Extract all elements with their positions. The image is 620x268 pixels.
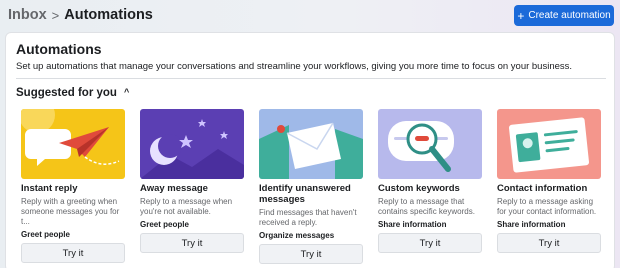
card-instant-reply: Instant reply Reply with a greeting when… [21, 109, 129, 268]
card-identify-unanswered: Identify unanswered messages Find messag… [259, 109, 367, 268]
card-description: Reply with a greeting when someone messa… [21, 197, 120, 226]
card-description: Reply to a message that contains specifi… [378, 197, 475, 216]
card-tag: Organize messages [259, 231, 335, 240]
card-description: Reply to a message asking for your conta… [497, 197, 597, 216]
card-description: Reply to a message when you're not avail… [140, 197, 233, 216]
card-title: Custom keywords [378, 183, 460, 194]
away-message-illustration [140, 109, 244, 179]
try-it-button[interactable]: Try it [140, 233, 244, 253]
card-contact-information: Contact information Reply to a message a… [497, 109, 605, 268]
plus-icon: + [517, 8, 525, 23]
card-title: Away message [140, 183, 208, 194]
panel-subtitle: Set up automations that manage your conv… [16, 61, 573, 72]
contact-card-icon [497, 109, 601, 179]
card-title: Contact information [497, 183, 588, 194]
card-tag: Greet people [140, 220, 189, 229]
try-it-button[interactable]: Try it [21, 243, 125, 263]
card-description: Find messages that haven't received a re… [259, 208, 357, 227]
try-it-button[interactable]: Try it [378, 233, 482, 253]
suggested-toggle[interactable]: Suggested for you ^ [16, 87, 129, 99]
magnifier-icon [378, 109, 482, 179]
card-away-message: Away message Reply to a message when you… [140, 109, 248, 268]
card-tag: Share information [497, 220, 566, 229]
custom-keywords-illustration [378, 109, 482, 179]
suggested-label: Suggested for you [16, 87, 117, 99]
moon-icon [140, 109, 244, 179]
divider [16, 78, 606, 79]
card-tag: Greet people [21, 230, 70, 239]
top-bar: Inbox > Automations + Create automation [0, 0, 620, 32]
automations-panel: Automations Set up automations that mana… [5, 32, 615, 268]
paper-plane-icon [21, 109, 125, 179]
try-it-button[interactable]: Try it [259, 244, 363, 264]
create-automation-button[interactable]: + Create automation [514, 5, 614, 26]
breadcrumb: Inbox > Automations [8, 7, 153, 23]
chevron-up-icon: ^ [123, 87, 130, 97]
unanswered-illustration [259, 109, 363, 179]
page-title: Automations [64, 7, 153, 23]
card-title: Identify unanswered messages [259, 183, 351, 205]
instant-reply-illustration [21, 109, 125, 179]
create-automation-label: Create automation [528, 10, 611, 21]
panel-title: Automations [16, 41, 102, 57]
envelope-icon [259, 109, 363, 179]
card-tag: Share information [378, 220, 447, 229]
breadcrumb-separator: > [51, 7, 60, 23]
try-it-button[interactable]: Try it [497, 233, 601, 253]
card-custom-keywords: Custom keywords Reply to a message that … [378, 109, 486, 268]
breadcrumb-inbox[interactable]: Inbox [8, 7, 47, 23]
card-title: Instant reply [21, 183, 78, 194]
contact-information-illustration [497, 109, 601, 179]
